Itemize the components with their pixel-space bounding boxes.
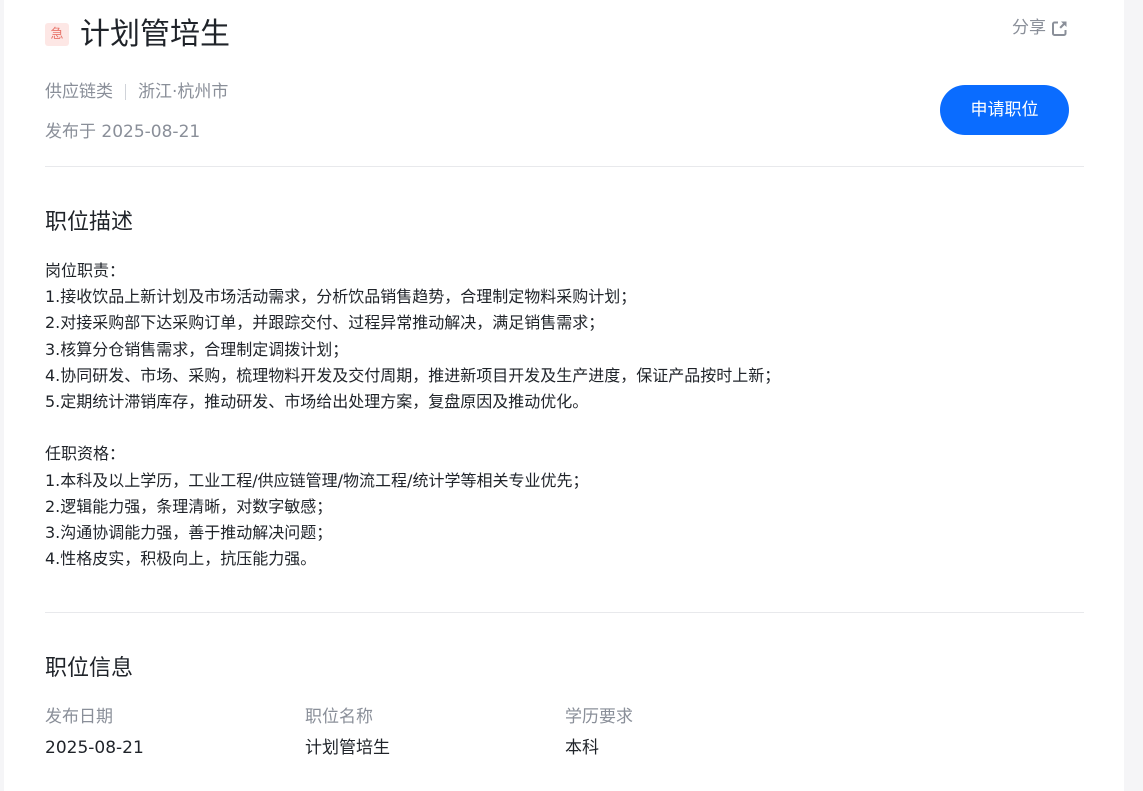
requirement-item: 3.沟通协调能力强，善于推动解决问题； — [45, 523, 333, 543]
meta-divider — [125, 84, 126, 100]
apply-button[interactable]: 申请职位 — [940, 85, 1069, 135]
info-value: 2025-08-21 — [45, 738, 144, 758]
info-value: 本科 — [565, 738, 599, 758]
share-icon — [1051, 20, 1068, 37]
duty-item: 3.核算分仓销售需求，合理制定调拨计划； — [45, 339, 349, 359]
posted-date: 发布于 2025-08-21 — [45, 122, 201, 142]
job-category: 供应链类 — [45, 82, 113, 102]
job-location: 浙江·杭州市 — [138, 82, 229, 102]
job-title: 计划管培生 — [80, 17, 230, 52]
requirement-item: 4.性格皮实，积极向上，抗压能力强。 — [45, 549, 317, 569]
info-heading: 职位信息 — [45, 656, 134, 681]
share-button[interactable]: 分享 — [1012, 16, 1068, 40]
info-field-job-name: 职位名称 计划管培生 — [305, 704, 565, 761]
info-label: 职位名称 — [305, 707, 373, 727]
job-detail-page: 急 计划管培生 分享 供应链类 浙江·杭州市 发布于 2025-08-21 申请… — [4, 0, 1124, 791]
job-info-grid: 发布日期 2025-08-21 职位名称 计划管培生 学历要求 本科 — [45, 704, 825, 761]
requirement-item: 1.本科及以上学历，工业工程/供应链管理/物流工程/统计学等相关专业优先； — [45, 470, 589, 490]
duty-item: 5.定期统计滞销库存，推动研发、市场给出处理方案，复盘原因及推动优化。 — [45, 392, 589, 412]
description-heading: 职位描述 — [45, 210, 134, 235]
info-field-education: 学历要求 本科 — [565, 704, 825, 761]
duty-item: 2.对接采购部下达采购订单，并跟踪交付、过程异常推动解决，满足销售需求； — [45, 313, 605, 333]
info-field-publish-date: 发布日期 2025-08-21 — [45, 704, 305, 761]
info-label: 学历要求 — [565, 707, 633, 727]
duties-title: 岗位职责： — [45, 261, 126, 280]
divider — [45, 612, 1084, 613]
requirements-title: 任职资格： — [45, 444, 126, 464]
requirement-item: 2.逻辑能力强，条理清晰，对数字敏感； — [45, 496, 333, 516]
duty-item: 1.接收饮品上新计划及市场活动需求，分析饮品销售趋势，合理制定物料采购计划； — [45, 287, 637, 307]
info-value: 计划管培生 — [305, 738, 390, 758]
divider — [45, 166, 1084, 167]
share-label: 分享 — [1012, 18, 1046, 38]
duty-item: 4.协同研发、市场、采购，梳理物料开发及交付周期，推进新项目开发及生产进度，保证… — [45, 365, 781, 385]
info-label: 发布日期 — [45, 707, 113, 727]
job-description: 岗位职责： 1.接收饮品上新计划及市场活动需求，分析饮品销售趋势，合理制定物料采… — [45, 258, 1045, 572]
urgent-badge: 急 — [45, 23, 69, 46]
job-meta: 供应链类 浙江·杭州市 — [45, 79, 228, 105]
